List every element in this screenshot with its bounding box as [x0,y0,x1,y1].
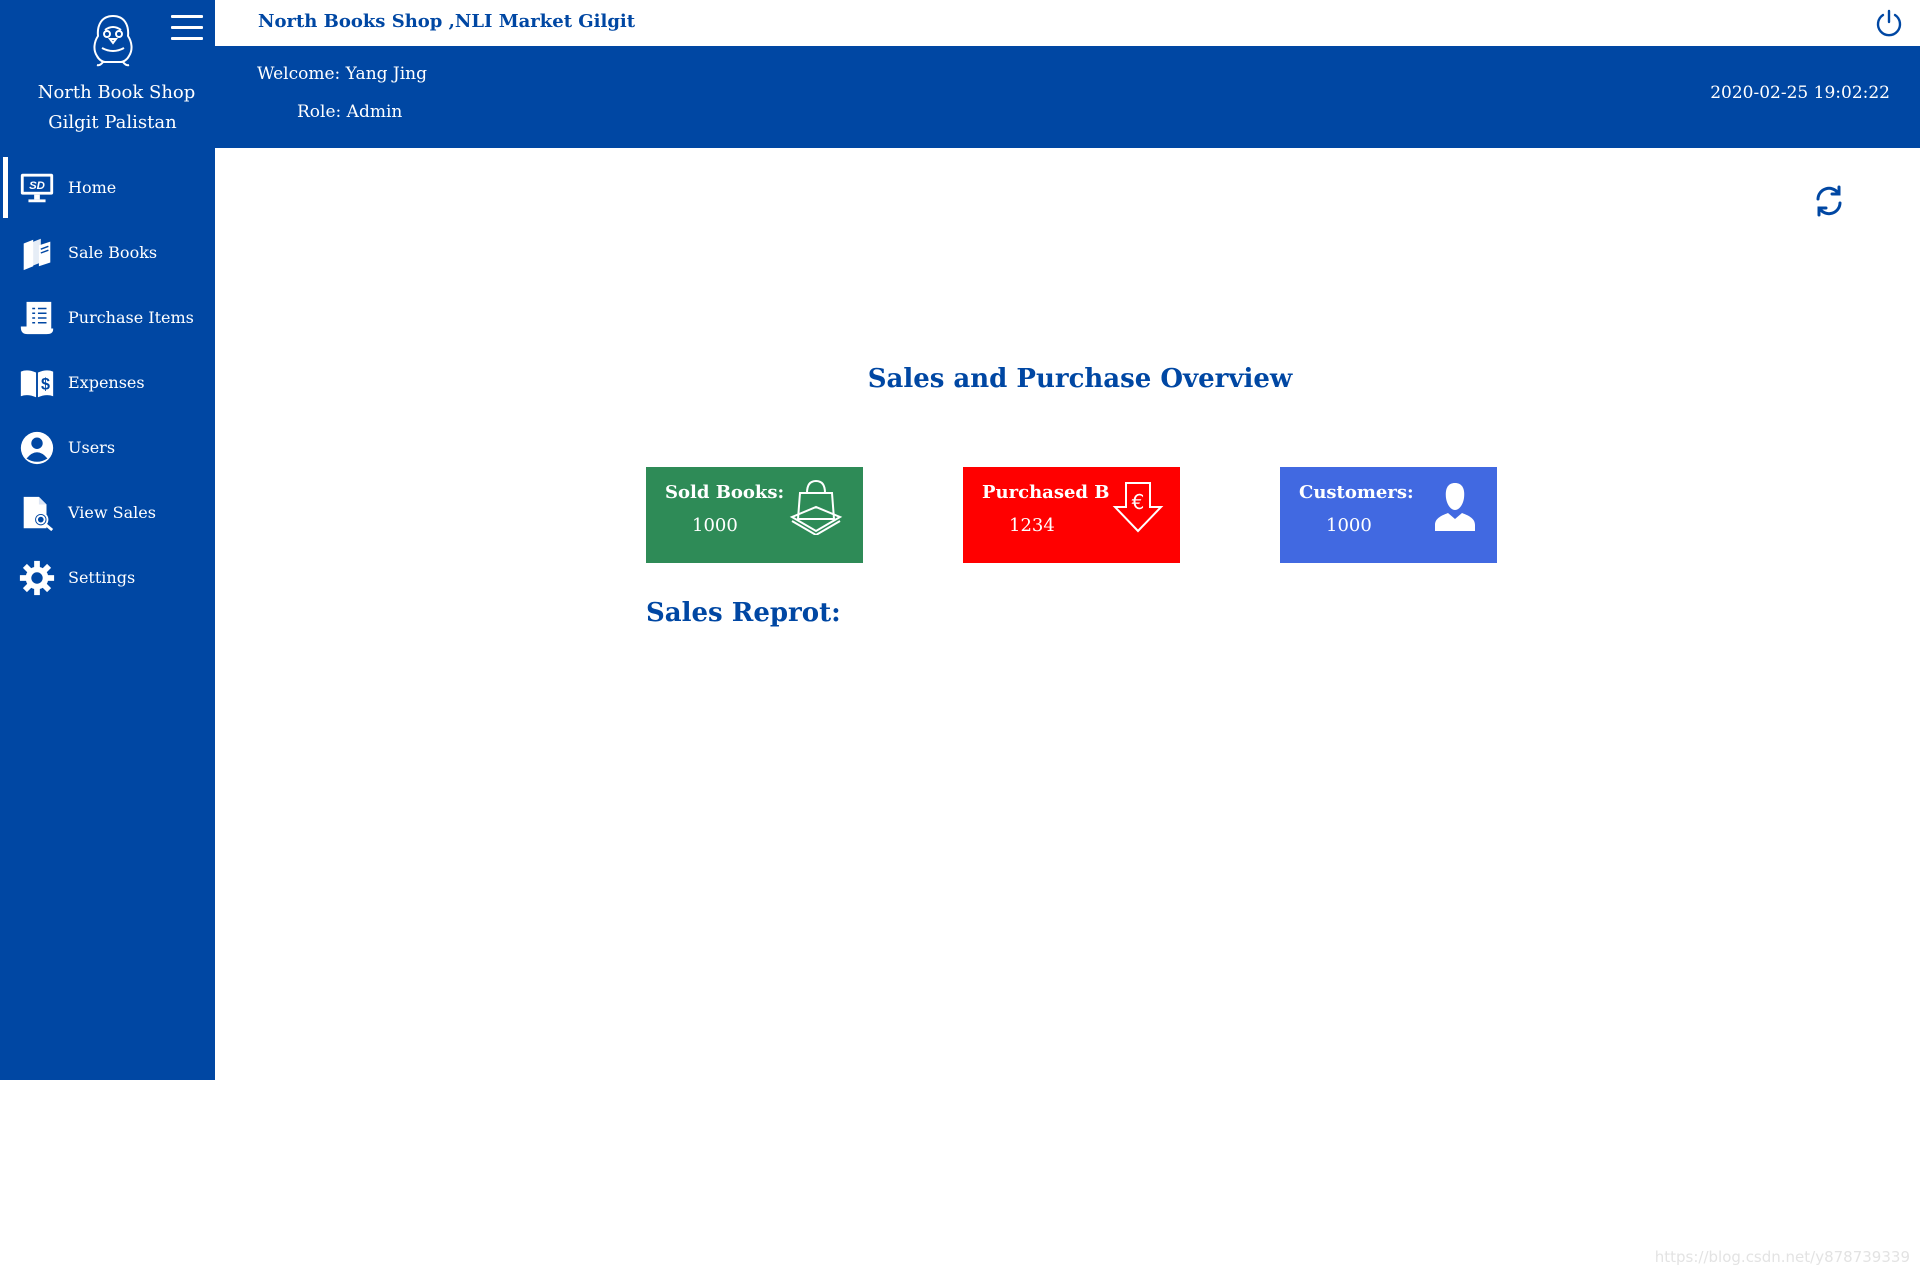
overview-title: Sales and Purchase Overview [867,364,1293,394]
gear-icon [17,558,57,598]
role-label: Role: [297,102,342,122]
sales-report-title: Sales Reprot: [646,598,841,628]
person-icon [1426,477,1484,535]
sold-books-card[interactable]: Sold Books: 1000 [646,467,863,563]
welcome-row: Welcome: Yang Jing [257,64,427,84]
shop-name: North Book Shop [37,82,196,103]
card-caption: Customers: [1299,482,1414,503]
sidebar: North Book Shop Gilgit Palistan SD Home [0,0,215,1080]
customers-card[interactable]: Customers: 1000 [1280,467,1497,563]
user-icon [17,428,57,468]
sidebar-item-view-sales[interactable]: View Sales [0,480,215,545]
card-caption: Purchased Bo [982,482,1110,503]
sidebar-item-purchase-items[interactable]: Purchase Items [0,285,215,350]
sidebar-item-label: Home [68,178,117,197]
sidebar-item-label: View Sales [68,503,156,522]
watermark: https://blog.csdn.net/y878739339 [1654,1248,1910,1266]
euro-arrow-down-icon: € [1109,477,1167,535]
purchased-books-card[interactable]: Purchased Bo 1234 € [963,467,1180,563]
svg-text:SD: SD [29,179,45,191]
sidebar-item-label: Purchase Items [68,308,194,327]
welcome-label: Welcome: [257,64,341,84]
shopping-bag-icon [787,477,845,537]
svg-text:€: € [1132,490,1145,514]
app-title: North Books Shop ,NLI Market Gilgit [258,11,636,32]
card-value: 1000 [692,515,738,536]
role-value: Admin [346,102,403,122]
sidebar-item-sale-books[interactable]: Sale Books [0,220,215,285]
sidebar-item-label: Users [68,438,116,457]
shop-location: Gilgit Palistan [48,112,177,133]
sidebar-item-label: Settings [68,568,136,587]
datetime: 2020-02-25 19:02:22 [1710,83,1890,103]
card-value: 1234 [1009,515,1055,536]
sidebar-item-label: Sale Books [68,243,158,262]
sidebar-item-settings[interactable]: Settings [0,545,215,610]
welcome-user: Yang Jing [345,64,428,84]
document-search-icon [17,493,57,533]
sidebar-item-users[interactable]: Users [0,415,215,480]
top-bar: North Books Shop ,NLI Market Gilgit [215,0,1920,46]
home-monitor-icon: SD [17,168,57,208]
receipt-icon [17,298,57,338]
card-value: 1000 [1326,515,1372,536]
books-icon [17,233,57,273]
sidebar-item-home[interactable]: SD Home [0,155,215,220]
refresh-icon[interactable] [1812,184,1846,218]
role-row: Role: Admin [297,102,402,122]
card-caption: Sold Books: [665,482,785,503]
penguin-icon [85,12,141,68]
welcome-bar: Welcome: Yang Jing Role: Admin 2020-02-2… [215,46,1920,148]
power-icon[interactable] [1874,8,1904,38]
hamburger-menu-icon[interactable] [171,15,203,41]
